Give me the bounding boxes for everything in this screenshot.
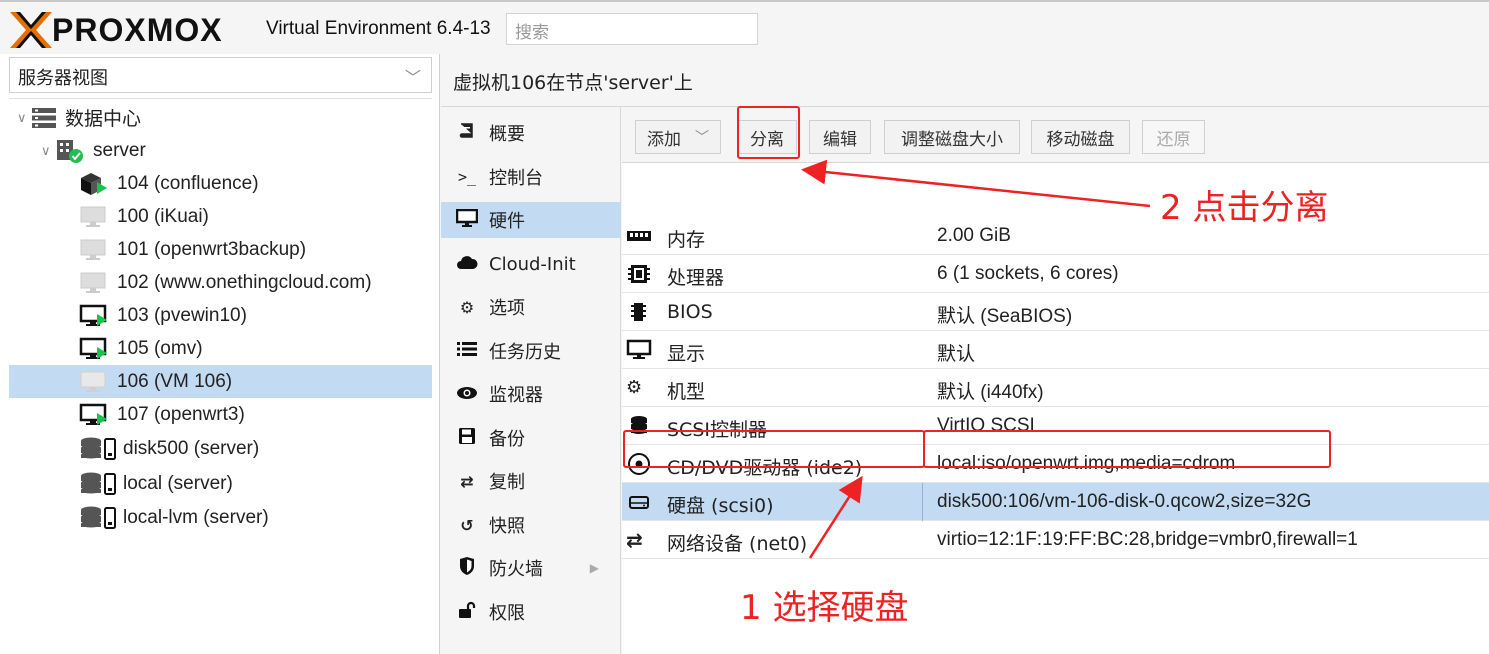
annotation-step-2: 2 点击分离 <box>1160 188 1329 228</box>
annotation-arrow-disk <box>808 475 863 559</box>
annotation-step-1: 1 选择硬盘 <box>740 588 909 628</box>
annotation-arrows <box>801 159 1151 559</box>
annotation-arrow-detach <box>801 159 1151 208</box>
proxmox-window: PROXMOX Virtual Environment 6.4-13 搜索 服务… <box>0 0 1489 654</box>
